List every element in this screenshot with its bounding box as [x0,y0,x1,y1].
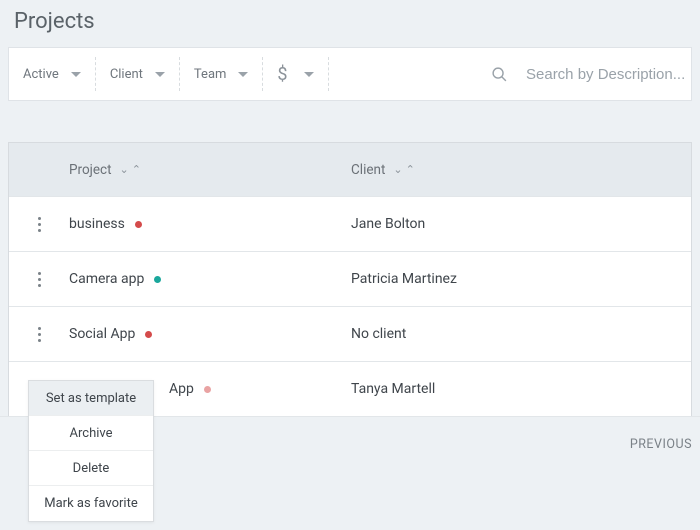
menu-set-template[interactable]: Set as template [29,381,153,416]
context-menu: Set as template Archive Delete Mark as f… [28,380,154,522]
table-row[interactable]: Social App No client [9,306,691,361]
project-name: App [169,381,194,397]
chevron-down-icon [238,67,248,82]
menu-archive[interactable]: Archive [29,416,153,451]
status-dot [204,386,211,393]
cell-client: Patricia Martinez [351,271,691,287]
drag-handle[interactable] [9,272,69,287]
sort-arrows-icon: ⌄⌃ [120,164,141,175]
chevron-down-icon [71,67,81,82]
cell-project: Social App [69,326,351,342]
search-input[interactable] [526,66,691,83]
projects-table: Project ⌄⌃ Client ⌄⌃ business Jane Bolto… [8,142,692,416]
status-dot [154,276,161,283]
search-icon [491,66,508,83]
col-client-label: Client [351,162,385,178]
project-name: Camera app [69,271,144,287]
drag-dots-icon [38,217,41,232]
table-row[interactable]: Camera app Patricia Martinez [9,251,691,306]
filter-client[interactable]: Client [96,57,180,91]
cell-client: Jane Bolton [351,216,691,232]
filter-team-label: Team [194,67,227,82]
table-row[interactable]: business Jane Bolton [9,196,691,251]
filter-currency[interactable]: $ [263,57,328,91]
cell-client: Tanya Martell [351,381,691,397]
sort-arrows-icon: ⌄⌃ [393,164,414,175]
status-dot [135,221,142,228]
filter-status-label: Active [23,67,59,82]
status-dot [145,331,152,338]
col-project[interactable]: Project ⌄⌃ [69,162,351,178]
filter-status[interactable]: Active [9,57,96,91]
table-header: Project ⌄⌃ Client ⌄⌃ [9,143,691,196]
col-project-label: Project [69,162,112,178]
col-client[interactable]: Client ⌄⌃ [351,162,691,178]
cell-project: business [69,216,351,232]
project-name: Social App [69,326,135,342]
page-title: Projects [0,0,700,47]
drag-dots-icon [38,327,41,342]
filter-client-label: Client [110,67,143,82]
filter-bar: Active Client Team $ [8,47,692,101]
chevron-down-icon [304,67,314,82]
drag-handle[interactable] [9,327,69,342]
cell-client: No client [351,326,691,342]
menu-delete[interactable]: Delete [29,451,153,486]
drag-handle[interactable] [9,217,69,232]
project-name: business [69,216,125,232]
dollar-icon: $ [277,64,291,85]
filter-team[interactable]: Team [180,57,264,91]
menu-mark-favorite[interactable]: Mark as favorite [29,486,153,521]
chevron-down-icon [155,67,165,82]
cell-project: Camera app [69,271,351,287]
drag-dots-icon [38,272,41,287]
